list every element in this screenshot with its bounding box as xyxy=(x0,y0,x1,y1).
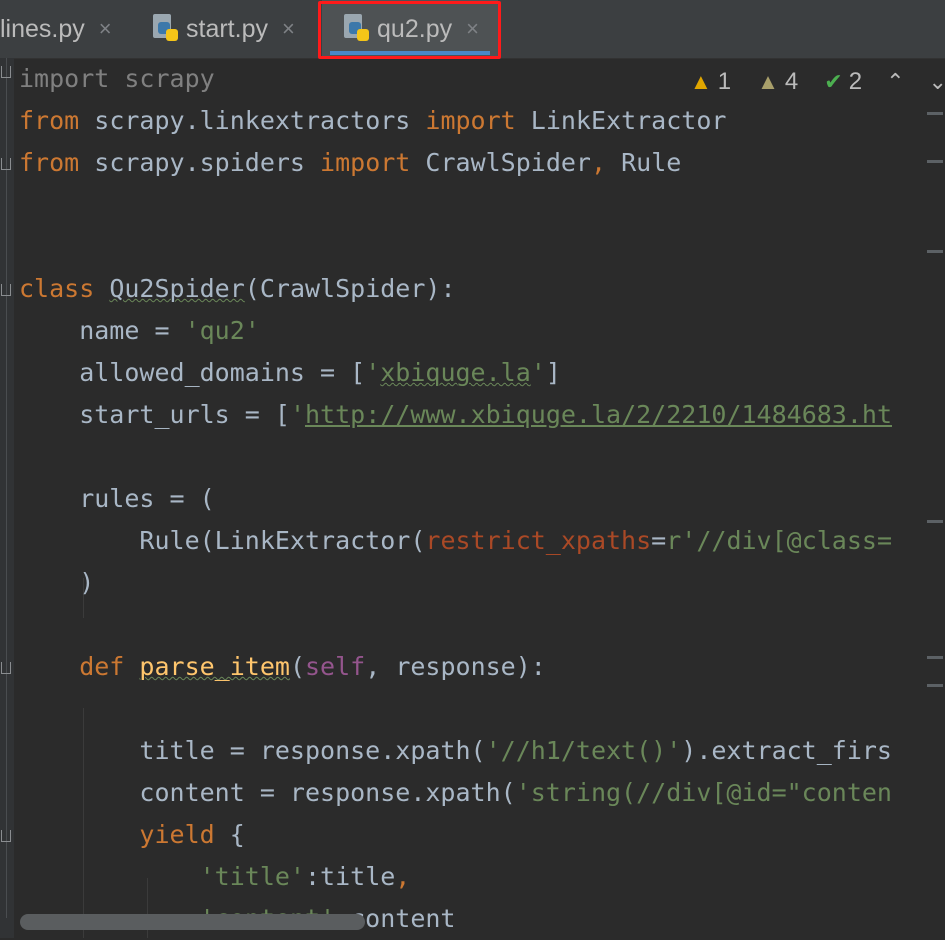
red-highlight-box xyxy=(318,1,501,59)
fold-marker[interactable] xyxy=(1,284,11,296)
code-line-8: allowed_domains = ['xbiquge.la'] xyxy=(19,358,561,387)
code-line-1: import scrapy xyxy=(19,64,215,93)
tab-label: start.py xyxy=(186,14,268,43)
ok-count: 2 xyxy=(848,68,863,95)
code-line-15: def parse_item(self, response): xyxy=(19,652,546,681)
fold-gutter xyxy=(0,58,14,938)
chevron-up-icon[interactable]: ⌃ xyxy=(886,69,904,95)
code-line-18: content = response.xpath('string(//div[@… xyxy=(19,778,892,807)
code-line-7: name = 'qu2' xyxy=(19,316,260,345)
scrollbar-marker[interactable] xyxy=(927,520,943,523)
scrollbar-marker[interactable] xyxy=(927,656,943,659)
scrollbar-marker[interactable] xyxy=(927,112,943,115)
code-line-6: class Qu2Spider(CrawlSpider): xyxy=(19,274,456,303)
tab-lines-py[interactable]: lines.py × xyxy=(0,0,112,58)
chevron-down-icon[interactable]: ⌄ xyxy=(929,69,945,95)
code-line-11: rules = ( xyxy=(19,484,215,513)
code-line-3: from scrapy.spiders import CrawlSpider, … xyxy=(19,148,682,177)
weak-warning-count: 4 xyxy=(784,68,799,95)
fold-marker[interactable] xyxy=(1,662,11,674)
editor-tab-bar: lines.py × start.py × qu2.py × xyxy=(0,0,945,59)
scrollbar-marker[interactable] xyxy=(927,160,943,163)
close-icon[interactable]: × xyxy=(99,16,112,42)
scrollbar-marker[interactable] xyxy=(927,684,943,687)
tab-start-py[interactable]: start.py × xyxy=(150,0,295,58)
scrollbar-marker[interactable] xyxy=(927,250,943,253)
fold-marker[interactable] xyxy=(1,830,11,842)
close-icon[interactable]: × xyxy=(282,16,295,42)
fold-marker[interactable] xyxy=(1,66,11,78)
warning-count: 1 xyxy=(717,68,732,95)
code-line-2: from scrapy.linkextractors import LinkEx… xyxy=(19,106,727,135)
fold-marker[interactable] xyxy=(1,158,11,170)
horizontal-scrollbar[interactable] xyxy=(20,914,365,930)
code-line-17: title = response.xpath('//h1/text()').ex… xyxy=(19,736,892,765)
tab-label: lines.py xyxy=(0,14,85,43)
code-line-12: Rule(LinkExtractor(restrict_xpaths=r'//d… xyxy=(19,526,893,555)
code-line-19: yield { xyxy=(19,820,245,849)
weak-warning-icon: ▲ xyxy=(757,69,779,94)
code-line-20: 'title':title, xyxy=(19,862,411,891)
warning-icon: ▲ xyxy=(690,69,712,94)
code-line-9: start_urls = ['http://www.xbiquge.la/2/2… xyxy=(19,400,892,429)
inspection-widget[interactable]: ▲ 1 ▲ 4 ✔ 2 ⌃ ⌄ xyxy=(690,68,945,96)
code-line-13: ) xyxy=(19,568,95,597)
checkmark-icon: ✔ xyxy=(824,69,843,94)
python-file-icon xyxy=(150,14,180,44)
